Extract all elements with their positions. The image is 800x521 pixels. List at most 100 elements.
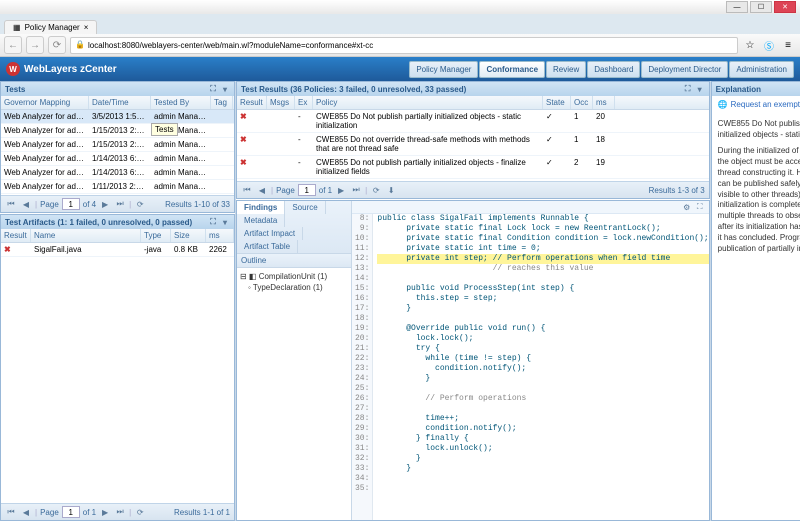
col-header[interactable]: Size xyxy=(171,229,206,242)
table-row[interactable]: Web Analyzer for admin1/11/2013 2:46 PMa… xyxy=(1,180,234,194)
nav-policy-manager[interactable]: Policy Manager xyxy=(409,61,478,78)
collapse-icon[interactable]: ▾ xyxy=(220,217,230,227)
menu-icon[interactable]: ≡ xyxy=(780,37,796,53)
first-page-button[interactable]: ⏮ xyxy=(241,184,253,196)
src-tab-metadata[interactable]: Metadata xyxy=(237,214,285,227)
table-row[interactable]: ✖-CWE855 Do Not publish partially initia… xyxy=(237,110,709,133)
tests-panel-title: Tests xyxy=(5,85,25,94)
cell: 20 xyxy=(593,110,615,132)
table-row[interactable]: ✖SigalFail.java-java0.8 KB2262 xyxy=(1,243,234,257)
table-row[interactable]: Web Analyzer for admin1/15/2013 2:26 PMa… xyxy=(1,138,234,152)
browser-tab[interactable]: ▦ Policy Manager × xyxy=(4,20,97,34)
col-header[interactable]: Result xyxy=(237,96,267,109)
maximize-icon[interactable]: ⛶ xyxy=(695,202,705,212)
expand-icon[interactable]: ⛶ xyxy=(208,217,218,227)
cell: 1 xyxy=(571,133,593,155)
next-page-button[interactable]: ▶ xyxy=(99,198,111,210)
reload-button[interactable]: ⟳ xyxy=(48,36,66,54)
outline-item[interactable]: ◦ TypeDeclaration (1) xyxy=(240,282,348,293)
col-header[interactable]: Result xyxy=(1,229,31,242)
col-header[interactable]: ms xyxy=(593,96,615,109)
outline-title: Outline xyxy=(237,254,351,268)
next-page-button[interactable]: ▶ xyxy=(335,184,347,196)
code-line: private static int time = 0; xyxy=(377,244,708,254)
col-header[interactable]: Policy xyxy=(313,96,543,109)
prev-page-button[interactable]: ◀ xyxy=(20,198,32,210)
col-header[interactable]: Tag xyxy=(211,96,233,109)
code-line: } xyxy=(377,304,708,314)
request-exemption-link[interactable]: 🌐 Request an exemption xyxy=(718,100,800,111)
collapse-icon[interactable]: ▾ xyxy=(695,84,705,94)
col-header[interactable]: Ex xyxy=(295,96,313,109)
first-page-button[interactable]: ⏮ xyxy=(5,506,17,518)
code-line: } xyxy=(377,464,708,474)
next-page-button[interactable]: ▶ xyxy=(99,506,111,518)
src-tab-artifact-table[interactable]: Artifact Table xyxy=(237,240,298,253)
skype-icon[interactable]: Ⓢ xyxy=(761,37,777,53)
col-header[interactable]: Msgs xyxy=(267,96,295,109)
page-input[interactable] xyxy=(298,184,316,196)
back-button[interactable]: ← xyxy=(4,36,22,54)
nav-administration[interactable]: Administration xyxy=(729,61,794,78)
code-line: private static final Condition condition… xyxy=(377,234,708,244)
table-row[interactable]: Web Analyzer for admin1/15/2013 2:26 PMa… xyxy=(1,124,234,138)
col-header[interactable]: Type xyxy=(141,229,171,242)
star-icon[interactable]: ☆ xyxy=(742,37,758,53)
cell xyxy=(211,138,233,151)
cell: 19 xyxy=(593,156,615,178)
url-text: localhost:8080/weblayers-center/web/main… xyxy=(88,41,373,50)
col-header[interactable]: Date/Time xyxy=(89,96,151,109)
refresh-button[interactable]: ⟳ xyxy=(134,198,146,210)
artifacts-panel-title: Test Artifacts (1: 1 failed, 0 unresolve… xyxy=(5,218,192,227)
col-header[interactable]: Occ xyxy=(571,96,593,109)
table-row[interactable]: Web Analyzer for admin1/14/2013 6:21 PMa… xyxy=(1,152,234,166)
col-header[interactable]: State xyxy=(543,96,571,109)
nav-dashboard[interactable]: Dashboard xyxy=(587,61,640,78)
table-row[interactable]: ✖-CWE855 Do not publish partially initia… xyxy=(237,156,709,179)
first-page-button[interactable]: ⏮ xyxy=(5,198,17,210)
cell xyxy=(267,156,295,178)
page-label: Page xyxy=(276,186,295,195)
last-page-button[interactable]: ⏭ xyxy=(114,506,126,518)
last-page-button[interactable]: ⏭ xyxy=(114,198,126,210)
page-input[interactable] xyxy=(62,506,80,518)
window-close[interactable]: ✕ xyxy=(774,1,796,13)
window-minimize[interactable]: — xyxy=(726,1,748,13)
src-tab-artifact-impact[interactable]: Artifact Impact xyxy=(237,227,303,240)
refresh-button[interactable]: ⟳ xyxy=(134,506,146,518)
logo-icon: W xyxy=(6,62,20,76)
code-line xyxy=(377,384,708,394)
col-header[interactable]: Name xyxy=(31,229,141,242)
col-header[interactable]: Governor Mapping xyxy=(1,96,89,109)
cell: Web Analyzer for admin xyxy=(1,180,89,193)
table-row[interactable]: ✖-CWE855 Do not override thread-safe met… xyxy=(237,133,709,156)
table-row[interactable]: Web Analyzer for admin1/14/2013 6:20 PMa… xyxy=(1,166,234,180)
export-button[interactable]: ⬇ xyxy=(385,184,397,196)
site-icon: 🌐 xyxy=(718,100,728,111)
nav-deployment-director[interactable]: Deployment Director xyxy=(641,61,728,78)
nav-conformance[interactable]: Conformance xyxy=(479,61,545,78)
address-bar[interactable]: 🔒 localhost:8080/weblayers-center/web/ma… xyxy=(70,37,738,54)
cell: admin Manager xyxy=(151,110,211,123)
src-tab-findings[interactable]: Findings xyxy=(237,201,285,214)
last-page-button[interactable]: ⏭ xyxy=(350,184,362,196)
expand-icon[interactable]: ⛶ xyxy=(683,84,693,94)
collapse-icon[interactable]: ▾ xyxy=(220,84,230,94)
window-maximize[interactable]: ☐ xyxy=(750,1,772,13)
forward-button[interactable]: → xyxy=(26,36,44,54)
refresh-button[interactable]: ⟳ xyxy=(370,184,382,196)
src-tab-source[interactable]: Source xyxy=(285,201,325,214)
prev-page-button[interactable]: ◀ xyxy=(20,506,32,518)
outline-item[interactable]: ⊟ ◧ CompilationUnit (1) xyxy=(240,271,348,282)
cell: - xyxy=(295,133,313,155)
col-header[interactable]: ms xyxy=(206,229,234,242)
col-header[interactable]: Tested By xyxy=(151,96,211,109)
table-row[interactable]: Web Analyzer for admin3/5/2013 1:52 PMad… xyxy=(1,110,234,124)
prev-page-button[interactable]: ◀ xyxy=(256,184,268,196)
tab-close-icon[interactable]: × xyxy=(84,23,89,32)
expand-icon[interactable]: ⛶ xyxy=(208,84,218,94)
nav-review[interactable]: Review xyxy=(546,61,586,78)
page-input[interactable] xyxy=(62,198,80,210)
action-icon[interactable]: ⚙ xyxy=(682,202,692,212)
cell: ✖ xyxy=(237,110,267,132)
